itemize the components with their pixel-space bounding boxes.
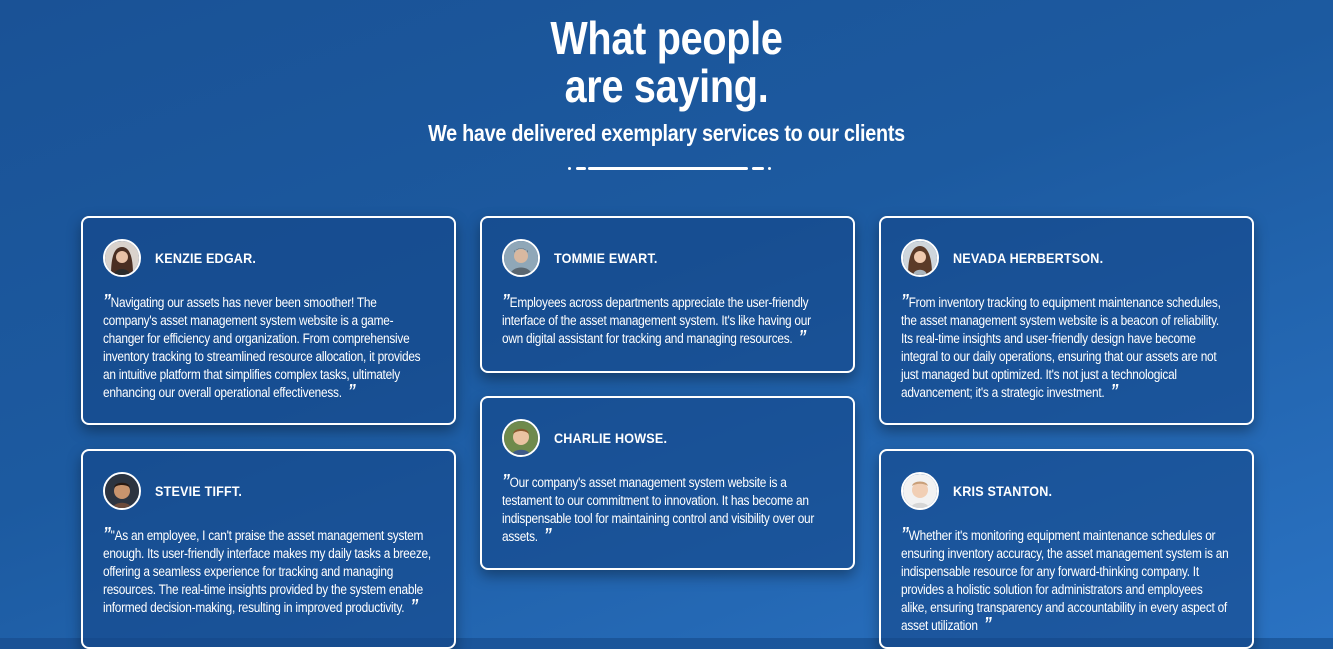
testimonial-text: ”Whether it's monitoring equipment maint… [901,524,1229,634]
testimonial-name: KRIS STANTON. [953,483,1053,499]
testimonial-name: NEVADA HERBERTSON. [953,250,1104,266]
card-header: NEVADA HERBERTSON. [901,236,1232,280]
card-header: KENZIE EDGAR. [103,236,434,280]
child-portrait-avatar [103,472,141,510]
testimonial-name: KENZIE EDGAR. [155,250,257,266]
testimonial-card: NEVADA HERBERTSON. ”From inventory track… [879,216,1254,425]
quote-close-icon: ” [543,525,552,545]
quote-close-icon: ” [410,596,419,616]
woman-portrait-avatar [103,239,141,277]
quote-close-icon: ” [347,381,356,401]
testimonial-name: STEVIE TIFFT. [155,483,243,499]
boy-portrait-avatar [502,419,540,457]
quote-open-icon: ” [901,291,909,311]
testimonial-card: STEVIE TIFFT. ”"As an employee, I can't … [81,449,456,649]
testimonial-text: ”From inventory tracking to equipment ma… [901,291,1221,401]
card-header: STEVIE TIFFT. [103,469,434,513]
man-portrait-avatar [502,239,540,277]
card-header: KRIS STANTON. [901,469,1232,513]
quote-open-icon: ” [103,291,111,311]
quote-close-icon: ” [798,327,807,347]
title-divider [568,165,774,173]
quote-close-icon: ” [983,614,992,634]
quote-open-icon: ” [502,471,510,491]
testimonial-card: KENZIE EDGAR. ”Navigating our assets has… [81,216,456,425]
quote-open-icon: ” [502,291,510,311]
testimonial-text: ”Employees across departments appreciate… [502,291,811,347]
testimonial-name: TOMMIE EWART. [554,250,658,266]
woman-portrait-avatar [901,239,939,277]
page-title: What people are saying. [93,14,1239,110]
title-line-1: What people [550,12,783,64]
testimonial-card: TOMMIE EWART. ”Employees across departme… [480,216,855,373]
testimonial-text: ”Navigating our assets has never been sm… [103,291,421,401]
card-header: TOMMIE EWART. [502,236,833,280]
testimonial-name: CHARLIE HOWSE. [554,430,668,446]
quote-open-icon: ” [103,524,111,544]
title-line-2: are saying. [564,60,769,112]
testimonial-card: KRIS STANTON. ”Whether it's monitoring e… [879,449,1254,649]
section-header: What people are saying. We have delivere… [0,14,1333,147]
testimonial-text: ”"As an employee, I can't praise the ass… [103,524,431,616]
page-subtitle: We have delivered exemplary services to … [428,120,905,146]
card-header: CHARLIE HOWSE. [502,416,833,460]
man-portrait-avatar [901,472,939,510]
testimonial-text: ”Our company's asset management system w… [502,471,815,545]
testimonial-card: CHARLIE HOWSE. ”Our company's asset mana… [480,396,855,570]
quote-close-icon: ” [1110,381,1119,401]
quote-open-icon: ” [901,524,909,544]
